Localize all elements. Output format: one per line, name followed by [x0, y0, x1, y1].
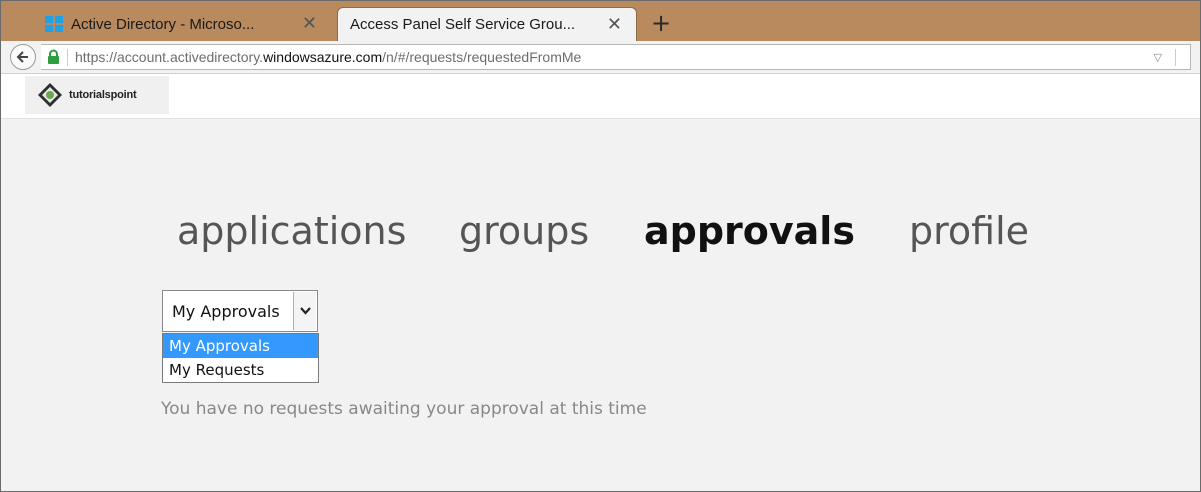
nav-profile[interactable]: profile [909, 209, 1029, 253]
tab-title: Access Panel Self Service Grou... [350, 16, 576, 33]
new-tab-button[interactable]: + [651, 11, 671, 35]
url-text: https://account.activedirectory.windowsa… [75, 49, 582, 65]
chevron-down-icon [299, 307, 311, 315]
url-field[interactable]: https://account.activedirectory.windowsa… [41, 44, 1191, 70]
dropdown-options-list: My Approvals My Requests [162, 333, 319, 383]
nav-approvals[interactable]: approvals [644, 209, 855, 253]
selected-value: My Approvals [172, 302, 280, 321]
address-bar-row: https://account.activedirectory.windowsa… [1, 41, 1200, 74]
lock-icon [48, 49, 59, 64]
tab-active-directory[interactable]: Active Directory - Microso... ✕ [31, 7, 331, 41]
logo-text: tutorialspoint [69, 89, 137, 101]
divider [1175, 49, 1176, 66]
empty-state-message: You have no requests awaiting your appro… [161, 399, 647, 419]
tab-strip: Active Directory - Microso... ✕ Access P… [1, 1, 1200, 41]
back-arrow-icon [16, 51, 28, 63]
nav-groups[interactable]: groups [459, 209, 589, 253]
url-dropdown-icon[interactable]: ▽ [1154, 51, 1162, 64]
brand-bar: tutorialspoint [1, 74, 1200, 119]
divider [67, 49, 68, 66]
back-button[interactable] [10, 44, 36, 70]
logo-emblem-icon [38, 83, 62, 107]
option-my-requests[interactable]: My Requests [163, 358, 318, 382]
windows-logo-icon [45, 16, 63, 32]
close-tab-icon[interactable]: ✕ [607, 14, 622, 35]
tab-access-panel[interactable]: Access Panel Self Service Grou... ✕ [337, 7, 637, 41]
nav-applications[interactable]: applications [177, 209, 406, 253]
tab-title: Active Directory - Microso... [71, 15, 255, 33]
browser-window: Active Directory - Microso... ✕ Access P… [0, 0, 1201, 492]
tutorialspoint-logo: tutorialspoint [25, 76, 169, 114]
close-tab-icon[interactable]: ✕ [302, 13, 317, 34]
approvals-filter-select[interactable]: My Approvals [162, 290, 318, 332]
dropdown-button[interactable] [293, 292, 316, 330]
option-my-approvals[interactable]: My Approvals [163, 334, 318, 358]
